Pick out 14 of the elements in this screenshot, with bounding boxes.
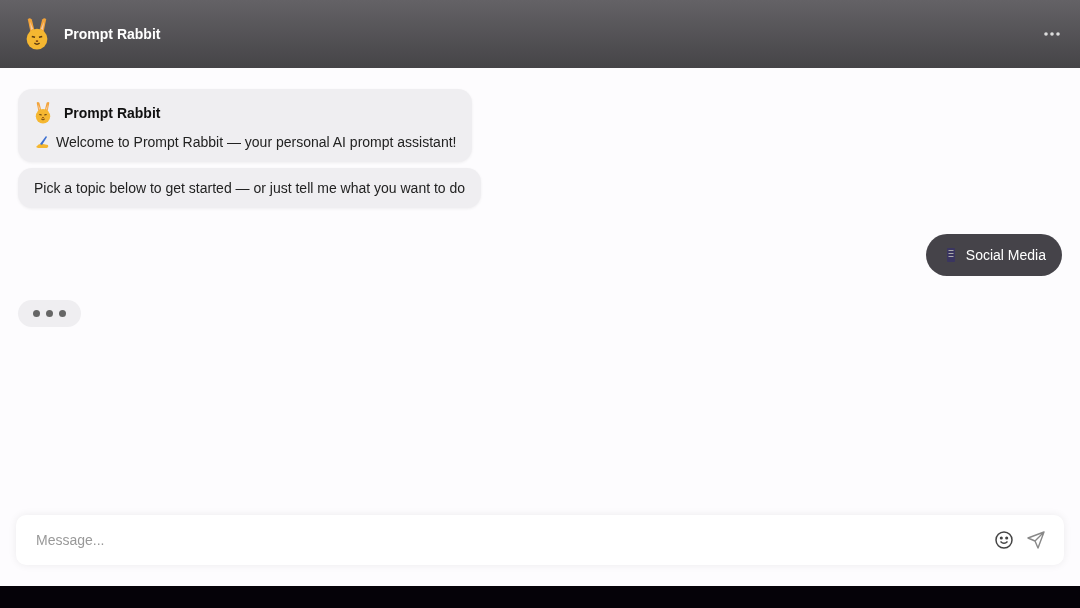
message-text: Pick a topic below to get started — or just tell me what you want to do [34,180,466,197]
rabbit-icon [34,101,52,125]
rabbit-icon [24,17,50,51]
message-field[interactable]: Message... [34,531,982,549]
emoji-button[interactable] [994,530,1014,550]
typing-indicator [18,300,81,328]
message-text: Welcome to Prompt Rabbit — your personal AI prompt assistant! [56,134,457,151]
more-menu-button[interactable] [1044,32,1060,36]
phone-icon [945,248,956,263]
writing-hand-icon [34,135,50,150]
send-button[interactable] [1026,530,1046,550]
sender-name: Prompt Rabbit [64,104,161,121]
message-text: Social Media [965,247,1046,264]
app-title: Prompt Rabbit [64,26,162,42]
